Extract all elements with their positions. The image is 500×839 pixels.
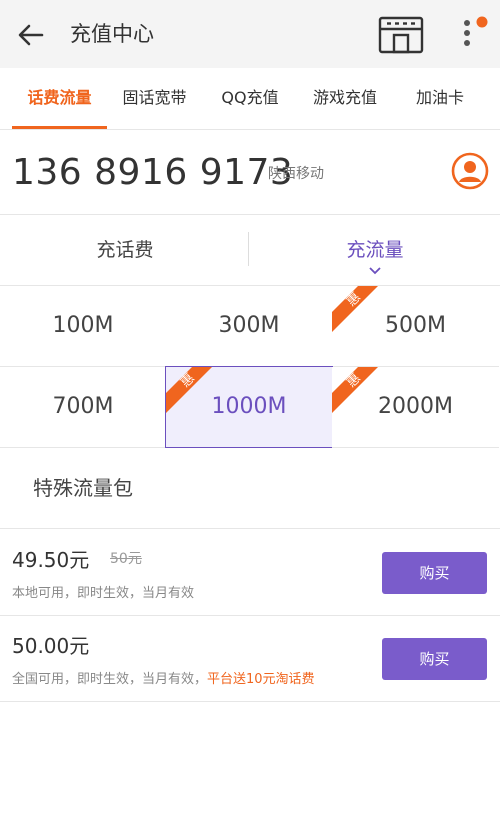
recharge-type-switch: 充话费 充流量 (0, 216, 500, 286)
tab-game-recharge[interactable]: 游戏充值 (300, 68, 390, 130)
package-grid: 100M 300M 惠 500M 700M 惠 1000M 惠 2000M 特殊… (0, 286, 500, 530)
discount-badge-icon: 惠 (332, 367, 378, 413)
chevron-down-icon (368, 261, 382, 275)
package-label: 500M (385, 313, 446, 338)
offer-row: 50.00元 全国可用，即时生效，当月有效，平台送10元淘话费 购买 (0, 616, 500, 702)
tab-phone-data[interactable]: 话费流量 (12, 68, 107, 130)
category-tabs: 话费流量 固话宽带 QQ充值 游戏充值 加油卡 (0, 68, 500, 130)
offer-original-price: 50元 (110, 551, 142, 567)
back-arrow-icon[interactable] (14, 18, 48, 52)
package-500m[interactable]: 惠 500M (332, 286, 499, 367)
discount-badge-icon: 惠 (166, 367, 212, 413)
package-2000m[interactable]: 惠 2000M (332, 367, 499, 448)
offer-price: 50.00元 (12, 634, 90, 658)
package-label: 特殊流量包 (33, 476, 133, 500)
package-300m[interactable]: 300M (166, 286, 333, 367)
offer-description: 本地可用，即时生效，当月有效 (12, 582, 194, 601)
app-bar: 充值中心 (0, 0, 500, 68)
offer-desc-text: 全国可用，即时生效，当月有效， (12, 672, 208, 687)
segment-divider (248, 232, 249, 266)
offer-promo-text: 平台送10元淘话费 (207, 672, 315, 687)
package-100m[interactable]: 100M (0, 286, 167, 367)
phone-input-row[interactable]: 136 8916 9173 陕西移动 (0, 131, 500, 215)
active-tab-indicator (12, 126, 107, 129)
page-title: 充值中心 (70, 22, 154, 46)
buy-button[interactable]: 购买 (382, 552, 487, 594)
package-label: 300M (218, 313, 280, 338)
package-label: 100M (52, 313, 114, 338)
grid-empty-cell (166, 448, 500, 529)
more-vert-icon[interactable] (456, 14, 490, 54)
person-icon[interactable] (451, 152, 489, 190)
tab-qq-recharge[interactable]: QQ充值 (205, 68, 295, 130)
store-icon[interactable] (378, 16, 424, 54)
package-special[interactable]: 特殊流量包 (0, 448, 167, 529)
package-label: 2000M (378, 394, 453, 419)
package-label: 1000M (211, 394, 287, 419)
discount-badge-icon: 惠 (332, 286, 378, 332)
segment-phone-credit[interactable]: 充话费 (0, 216, 250, 286)
package-700m[interactable]: 700M (0, 367, 167, 448)
offer-desc-text: 本地可用，即时生效，当月有效 (12, 586, 195, 601)
notification-dot-icon (476, 16, 488, 28)
offer-price: 49.50元 (12, 548, 90, 572)
buy-button[interactable]: 购买 (382, 638, 487, 680)
offer-description: 全国可用，即时生效，当月有效，平台送10元淘话费 (12, 668, 315, 687)
carrier-label: 陕西移动 (268, 166, 324, 182)
package-label: 700M (52, 394, 114, 419)
package-1000m-selected[interactable]: 惠 1000M (165, 366, 333, 448)
offer-row: 49.50元 50元 本地可用，即时生效，当月有效 购买 (0, 530, 500, 616)
phone-number[interactable]: 136 8916 9173 (12, 151, 293, 195)
tab-landline-broadband[interactable]: 固话宽带 (112, 68, 197, 130)
tab-fuel-card[interactable]: 加油卡 (400, 68, 480, 130)
